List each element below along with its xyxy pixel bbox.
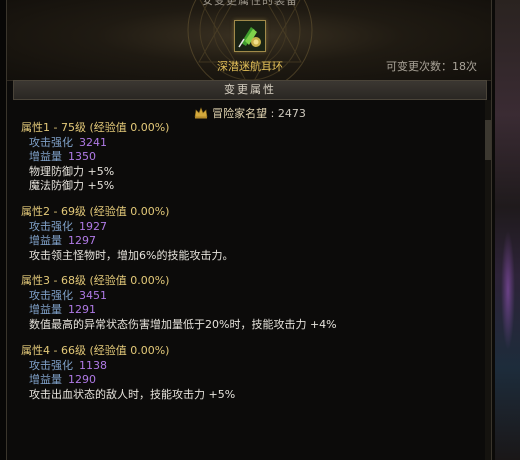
stat-row: 攻击强化 1927: [21, 220, 481, 235]
stat-label: 攻击强化: [29, 358, 73, 372]
attribute-block-1[interactable]: 属性1 - 75级 (经验值 0.00%) 攻击强化 3241 增益量 1350 物…: [21, 121, 481, 194]
game-background: [495, 0, 520, 460]
attribute-block-3[interactable]: 属性3 - 68级 (经验值 0.00%) 攻击强化 3451 增益量 1291 数…: [21, 274, 481, 332]
stat-row: 增益量 1290: [21, 373, 481, 388]
stat-value: 1291: [68, 303, 96, 316]
stat-value: 3241: [79, 135, 107, 149]
stat-label: 增益量: [29, 303, 62, 316]
attribute-block-2[interactable]: 属性2 - 69级 (经验值 0.00%) 攻击强化 1927 增益量 1297 攻…: [21, 205, 481, 263]
stat-value: 3451: [79, 288, 107, 302]
reputation-label: 冒险家名望: [212, 107, 268, 120]
stat-row: 攻击强化 1138: [21, 359, 481, 374]
stat-value: 1297: [68, 234, 96, 247]
attribute-effect: 魔法防御力 +5%: [29, 179, 115, 192]
stat-label: 攻击强化: [29, 288, 73, 302]
stat-value: 1138: [79, 358, 107, 372]
stat-row: 增益量 1350: [21, 150, 481, 165]
earring-icon: [235, 21, 265, 51]
change-count: 可变更次数：18次: [386, 60, 477, 73]
attribute-block-4[interactable]: 属性4 - 66级 (经验值 0.00%) 攻击强化 1138 增益量 1290 攻…: [21, 344, 481, 402]
stat-label: 增益量: [29, 373, 62, 386]
window-title: 安变更属性的装备: [202, 0, 298, 7]
attribute-title: 属性3 - 68级 (经验值 0.00%): [21, 274, 170, 287]
stat-value: 1290: [68, 373, 96, 386]
crown-icon: [194, 107, 208, 119]
scrollbar-thumb[interactable]: [485, 120, 491, 160]
stat-label: 增益量: [29, 234, 62, 247]
item-name: 深潜迷航耳环: [217, 60, 283, 73]
stat-label: 攻击强化: [29, 135, 73, 149]
attribute-title: 属性1 - 75级 (经验值 0.00%): [21, 121, 170, 134]
attribute-effect: 物理防御力 +5%: [29, 164, 115, 178]
attribute-effect: 数值最高的异常状态伤害增加量低于20%时，技能攻击力 +4%: [29, 317, 337, 331]
stat-row: 攻击强化 3241: [21, 136, 481, 151]
reputation-value: : 2473: [270, 107, 306, 120]
stat-row: 攻击强化 3451: [21, 289, 481, 304]
attribute-title: 属性2 - 69级 (经验值 0.00%): [21, 205, 170, 218]
attribute-effect: 攻击领主怪物时，增加6%的技能攻击力。: [29, 248, 234, 262]
item-slot[interactable]: [234, 20, 266, 52]
stat-label: 攻击强化: [29, 219, 73, 233]
stat-value: 1927: [79, 219, 107, 233]
change-attribute-header: 变更属性: [13, 80, 487, 100]
equipment-attribute-window: 安变更属性的装备 深潜迷航耳环 可变更次数：18次 变更属性 冒险家名望 : 2…: [6, 0, 492, 460]
stat-row: 增益量 1297: [21, 234, 481, 249]
attribute-effect: 攻击出血状态的敌人时，技能攻击力 +5%: [29, 387, 236, 401]
adventurer-reputation: 冒险家名望 : 2473: [7, 107, 491, 121]
stat-value: 1350: [68, 150, 96, 163]
stat-row: 增益量 1291: [21, 303, 481, 318]
attribute-title: 属性4 - 66级 (经验值 0.00%): [21, 344, 170, 357]
item-header: 安变更属性的装备 深潜迷航耳环 可变更次数：18次: [7, 0, 491, 93]
stat-label: 增益量: [29, 150, 62, 163]
